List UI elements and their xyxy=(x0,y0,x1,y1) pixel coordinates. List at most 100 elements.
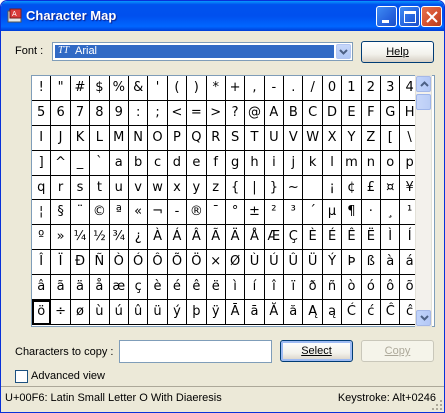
character-cell[interactable]: _ xyxy=(70,150,91,176)
character-cell[interactable]: ® xyxy=(187,200,207,226)
character-cell[interactable]: @ xyxy=(245,100,265,126)
character-cell[interactable]: { xyxy=(225,175,246,201)
character-cell[interactable]: Ü xyxy=(303,250,323,276)
character-cell[interactable]: Ā xyxy=(225,300,246,325)
character-cell[interactable]: ' xyxy=(148,76,168,101)
character-cell[interactable]: ß xyxy=(361,250,382,276)
character-cell[interactable]: å xyxy=(90,275,110,301)
character-cell[interactable]: t xyxy=(90,175,110,201)
character-cell[interactable]: N xyxy=(128,125,149,151)
character-cell[interactable]: ¬ xyxy=(148,200,168,226)
character-cell[interactable]: ù xyxy=(90,300,110,325)
character-cell[interactable]: ¸ xyxy=(381,200,401,226)
character-cell[interactable]: E xyxy=(342,100,362,126)
character-cell[interactable]: Ù xyxy=(245,250,265,276)
advanced-view-label[interactable]: Advanced view xyxy=(31,370,105,382)
character-cell[interactable]: ¼ xyxy=(70,225,91,251)
character-cell[interactable]: È xyxy=(303,225,323,251)
character-cell[interactable]: 5 xyxy=(32,100,52,126)
character-cell[interactable]: â xyxy=(32,275,52,301)
character-cell[interactable]: ] xyxy=(32,150,52,176)
character-cell[interactable]: y xyxy=(187,175,207,201)
character-cell[interactable]: À xyxy=(148,225,168,251)
copy-button[interactable]: Copy xyxy=(361,340,434,362)
character-cell[interactable]: ~ xyxy=(284,175,304,201)
character-cell[interactable]: Ý xyxy=(322,250,343,276)
character-cell[interactable]: O xyxy=(148,125,168,151)
character-cell[interactable]: 3 xyxy=(381,76,401,101)
character-cell[interactable]: ð xyxy=(303,275,323,301)
character-cell[interactable]: Ä xyxy=(225,225,246,251)
character-cell[interactable]: ¾ xyxy=(109,225,129,251)
character-cell[interactable]: Â xyxy=(187,225,207,251)
character-cell[interactable]: » xyxy=(51,225,71,251)
character-cell[interactable]: Q xyxy=(187,125,207,151)
character-cell[interactable]: é xyxy=(167,275,188,301)
character-cell[interactable]: É xyxy=(322,225,343,251)
grid-scrollbar[interactable] xyxy=(415,75,432,327)
character-cell[interactable]: u xyxy=(109,175,129,201)
character-cell[interactable] xyxy=(303,175,323,201)
character-cell[interactable]: Ë xyxy=(361,225,382,251)
character-cell[interactable]: ý xyxy=(167,300,188,325)
close-button[interactable] xyxy=(421,6,442,27)
character-cell[interactable]: Õ xyxy=(167,250,188,276)
font-dropdown[interactable]: TT Arial xyxy=(52,42,353,61)
character-cell[interactable]: x xyxy=(167,175,188,201)
character-cell[interactable]: ¤ xyxy=(381,175,401,201)
character-cell[interactable]: § xyxy=(51,200,71,226)
character-cell[interactable]: I xyxy=(32,125,52,151)
character-cell[interactable]: · xyxy=(361,200,382,226)
character-cell[interactable]: Ñ xyxy=(90,250,110,276)
scroll-down-button[interactable] xyxy=(416,310,431,326)
character-cell[interactable]: v xyxy=(128,175,149,201)
character-cell[interactable]: + xyxy=(225,76,246,101)
character-cell[interactable]: ? xyxy=(225,100,246,126)
character-cell[interactable]: ^ xyxy=(51,150,71,176)
character-cell[interactable]: X xyxy=(322,125,343,151)
character-cell[interactable]: , xyxy=(245,76,265,101)
character-cell[interactable]: b xyxy=(128,150,149,176)
character-cell[interactable]: 8 xyxy=(90,100,110,126)
character-cell[interactable]: } xyxy=(264,175,285,201)
character-cell[interactable]: ø xyxy=(70,300,91,325)
character-cell[interactable]: T xyxy=(245,125,265,151)
character-cell[interactable]: - xyxy=(167,200,188,226)
character-cell[interactable]: l xyxy=(322,150,343,176)
character-cell[interactable]: ) xyxy=(187,76,207,101)
character-cell[interactable]: í xyxy=(245,275,265,301)
character-cell[interactable]: h xyxy=(245,150,265,176)
character-cell[interactable]: Æ xyxy=(264,225,285,251)
character-cell[interactable]: q xyxy=(32,175,52,201)
character-cell[interactable]: . xyxy=(284,76,304,101)
character-cell[interactable]: ¿ xyxy=(128,225,149,251)
character-cell[interactable]: ¦ xyxy=(32,200,52,226)
character-cell[interactable]: Á xyxy=(167,225,188,251)
character-cell[interactable]: Ø xyxy=(225,250,246,276)
character-cell[interactable]: ¯ xyxy=(206,200,226,226)
character-cell[interactable]: Ó xyxy=(128,250,149,276)
character-cell[interactable]: < xyxy=(167,100,188,126)
character-cell[interactable]: ¶ xyxy=(342,200,362,226)
character-cell[interactable]: ą xyxy=(322,300,343,325)
character-cell[interactable]: z xyxy=(206,175,226,201)
character-cell[interactable]: Ö xyxy=(187,250,207,276)
character-cell[interactable]: Z xyxy=(361,125,382,151)
character-cell[interactable]: M xyxy=(109,125,129,151)
character-cell[interactable]: A xyxy=(264,100,285,126)
character-cell[interactable]: Ĉ xyxy=(381,300,401,325)
character-cell[interactable]: > xyxy=(206,100,226,126)
character-cell[interactable]: : xyxy=(128,100,149,126)
character-cell[interactable]: o xyxy=(381,150,401,176)
character-cell[interactable]: ë xyxy=(206,275,226,301)
character-cell[interactable]: ò xyxy=(342,275,362,301)
advanced-view-checkbox[interactable] xyxy=(15,370,28,383)
character-cell[interactable]: J xyxy=(51,125,71,151)
character-cell[interactable]: 7 xyxy=(70,100,91,126)
character-cell[interactable]: î xyxy=(264,275,285,301)
character-cell[interactable]: æ xyxy=(109,275,129,301)
character-cell[interactable]: × xyxy=(206,250,226,276)
character-cell[interactable]: 2 xyxy=(361,76,382,101)
character-cell[interactable]: ć xyxy=(361,300,382,325)
character-cell[interactable]: Û xyxy=(284,250,304,276)
